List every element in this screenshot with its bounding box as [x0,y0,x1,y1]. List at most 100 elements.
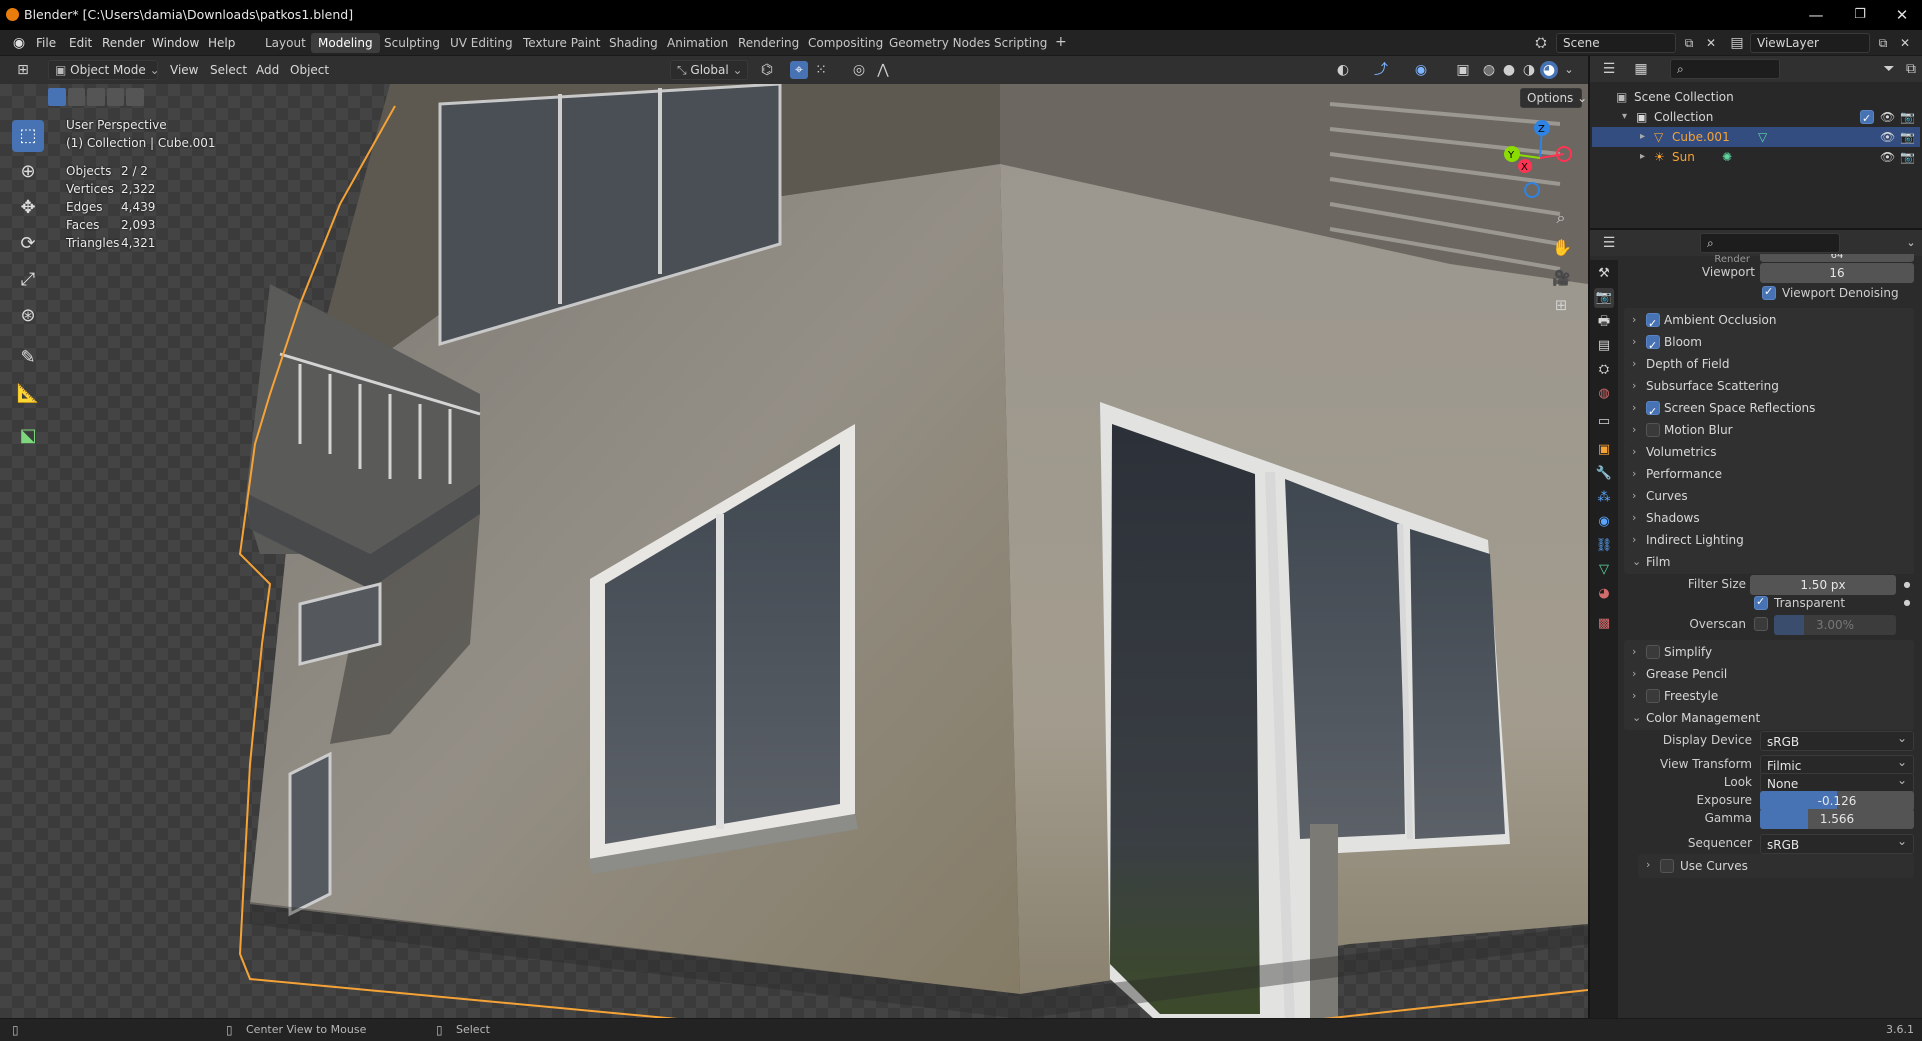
overscan-checkbox[interactable] [1754,617,1768,631]
ambient-occlusion-checkbox[interactable] [1646,312,1660,336]
xray-toggle-icon[interactable]: ▣ [1454,61,1472,79]
proportional-editing-icon[interactable]: ◎ [850,61,868,79]
tab-texture-paint[interactable]: Texture Paint [516,33,607,53]
motion-blur-checkbox[interactable] [1646,423,1660,437]
panel-ambient-occlusion[interactable]: › Ambient Occlusion [1624,308,1914,336]
menu-help[interactable]: Help [208,36,235,50]
options-dropdown[interactable]: Options ⌄ [1520,88,1587,108]
filter-icon[interactable]: ⏷ [1880,60,1898,78]
texture-tab-icon[interactable]: ▩ [1594,614,1614,634]
expand-arrow-icon[interactable]: ▸ [1640,147,1645,167]
animate-property-dot-icon[interactable]: ● [1898,594,1916,612]
display-mode-icon[interactable]: ▦ [1632,60,1650,78]
annotate-tool[interactable]: ✎ [12,342,44,374]
panel-color-management[interactable]: ⌄ Color Management [1624,706,1914,730]
snap-target-icon[interactable]: ⁙ [812,61,830,79]
rotate-tool[interactable]: ⟳ [12,228,44,260]
tab-rendering[interactable]: Rendering [731,33,806,53]
viewport-samples-field[interactable]: 16 [1760,263,1914,283]
panel-depth-of-field[interactable]: › Depth of Field [1624,352,1914,376]
scene-selector[interactable]: Scene [1556,33,1676,53]
outliner-row-sun[interactable]: ▸ ☀ Sun ✺ 👁 📷 [1592,147,1920,167]
properties-editor-type-icon[interactable]: ☰ [1600,234,1618,252]
menu-render[interactable]: Render [102,36,145,50]
tab-shading[interactable]: Shading [602,33,665,53]
delete-view-layer-icon[interactable]: ✕ [1896,34,1914,52]
outliner-search[interactable]: ⌕ [1670,59,1780,79]
bloom-checkbox[interactable] [1646,334,1660,358]
panel-film[interactable]: ⌄ Film [1624,550,1914,574]
tab-scripting[interactable]: Scripting [987,33,1054,53]
visibility-eye-icon[interactable]: 👁 [1880,107,1895,127]
mode-selector[interactable]: ▣ Object Mode ⌄ [48,60,160,80]
overlay-toggle-icon[interactable]: ◉ [1412,61,1430,79]
data-tab-icon[interactable]: ▽ [1594,560,1614,580]
viewport-denoising-checkbox[interactable] [1762,285,1776,300]
cursor-tool[interactable]: ⊕ [12,156,44,188]
select-new-icon[interactable] [48,88,66,106]
select-invert-icon[interactable] [106,88,125,106]
sequencer-dropdown[interactable]: sRGB [1760,834,1914,854]
camera-view-icon[interactable]: 🎥 [1552,269,1571,287]
use-curves-checkbox[interactable] [1660,859,1674,873]
outliner-editor-type-icon[interactable]: ☰ [1600,60,1618,78]
panel-indirect-lighting[interactable]: › Indirect Lighting [1624,528,1914,552]
solid-shading-icon[interactable]: ● [1500,61,1518,79]
close-button[interactable]: ✕ [1882,3,1922,27]
minimize-button[interactable]: — [1796,3,1836,27]
scene-tab-icon[interactable]: ⛭ [1594,360,1614,380]
visibility-icon[interactable]: ◐ [1334,61,1352,79]
transparent-checkbox[interactable] [1754,595,1768,610]
ssr-checkbox[interactable] [1646,400,1660,424]
visibility-eye-icon[interactable]: 👁 [1880,147,1895,167]
outliner-row-collection[interactable]: ▾ ▣ Collection 👁 📷 [1592,107,1920,129]
gamma-slider[interactable]: 1.566 [1760,809,1914,829]
new-view-layer-icon[interactable]: ⧉ [1874,34,1892,52]
scale-tool[interactable]: ⤢ [12,264,44,296]
shading-options-icon[interactable]: ⌄ [1560,61,1578,79]
select-subtract-icon[interactable] [87,88,105,106]
constraints-tab-icon[interactable]: ⛓ [1594,536,1614,556]
render-camera-icon[interactable]: 📷 [1900,127,1915,147]
falloff-icon[interactable]: ⋀ [874,61,892,79]
add-cube-tool[interactable]: ⬕ [12,420,44,452]
outliner-row-scene-collection[interactable]: ▣ Scene Collection [1592,87,1920,107]
menu-file[interactable]: File [36,36,56,50]
rendered-shading-icon[interactable]: ◕ [1540,61,1558,79]
material-tab-icon[interactable]: ◕ [1594,584,1614,604]
gizmo-toggle-icon[interactable]: ⤴ [1372,61,1390,79]
view-layer-selector[interactable]: ViewLayer [1750,33,1870,53]
tab-compositing[interactable]: Compositing [801,33,890,53]
panel-screen-space-reflections[interactable]: › Screen Space Reflections [1624,396,1914,424]
particles-tab-icon[interactable]: ⁂ [1594,488,1614,508]
output-tab-icon[interactable]: 🖶 [1594,312,1614,332]
menu-view[interactable]: View [170,63,198,77]
modifiers-tab-icon[interactable]: 🔧 [1594,464,1614,484]
animate-property-dot-icon[interactable]: ● [1898,576,1916,594]
properties-search[interactable]: ⌕ [1700,233,1840,253]
transform-tool[interactable]: ⊛ [12,300,44,332]
menu-window[interactable]: Window [152,36,199,50]
tab-animation[interactable]: Animation [660,33,735,53]
view-layer-tab-icon[interactable]: ▤ [1594,336,1614,356]
wireframe-shading-icon[interactable]: ◍ [1480,61,1498,79]
filter-size-field[interactable]: 1.50 px [1750,575,1896,595]
tab-uv-editing[interactable]: UV Editing [443,33,520,53]
maximize-button[interactable]: ❐ [1840,3,1880,27]
tool-tab-icon[interactable]: ⚒ [1594,264,1614,284]
visibility-eye-icon[interactable]: 👁 [1880,127,1895,147]
material-shading-icon[interactable]: ◑ [1520,61,1538,79]
exclude-checkbox[interactable] [1860,109,1874,129]
panel-subsurface-scattering[interactable]: › Subsurface Scattering [1624,374,1914,398]
render-tab-icon[interactable]: 📷 [1594,288,1614,308]
panel-curves[interactable]: › Curves [1624,484,1914,508]
panel-motion-blur[interactable]: › Motion Blur [1624,418,1914,442]
outliner-row-cube[interactable]: ▸ ▽ Cube.001 ▽ 👁 📷 [1592,127,1920,147]
menu-add[interactable]: Add [256,63,279,77]
delete-scene-icon[interactable]: ✕ [1702,34,1720,52]
panel-simplify[interactable]: › Simplify [1624,640,1914,664]
tab-geometry-nodes[interactable]: Geometry Nodes [882,33,997,53]
new-scene-icon[interactable]: ⧉ [1680,34,1698,52]
panel-performance[interactable]: › Performance [1624,462,1914,486]
tab-layout[interactable]: Layout [258,33,313,53]
